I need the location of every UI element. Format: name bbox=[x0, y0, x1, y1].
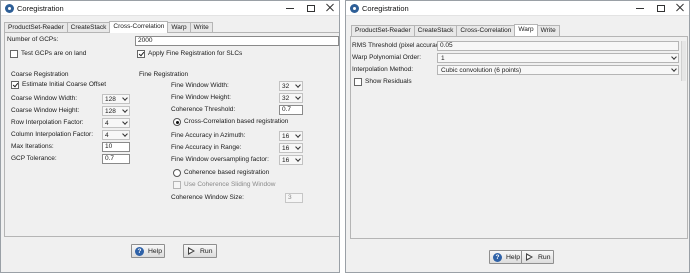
coarse-window-height-select[interactable]: 128 bbox=[102, 106, 130, 116]
chevron-down-icon bbox=[294, 144, 302, 152]
app-icon bbox=[350, 4, 359, 13]
coherence-threshold-label: Coherence Threshold: bbox=[171, 106, 236, 113]
chevron-down-icon bbox=[294, 82, 302, 90]
coherence-window-size-input[interactable]: 3 bbox=[285, 193, 303, 203]
apply-fine-checkbox[interactable] bbox=[137, 50, 145, 58]
coarse-window-width-select[interactable]: 128 bbox=[102, 94, 130, 104]
oversampling-select[interactable]: 16 bbox=[279, 155, 303, 165]
warp-polynomial-select[interactable]: 1 bbox=[437, 53, 679, 63]
gcp-tolerance-label: GCP Tolerance: bbox=[11, 155, 57, 162]
coregistration-window-left: Coregistration ProductSet-Reader CreateS… bbox=[0, 0, 340, 273]
estimate-coarse-label: Estimate Initial Coarse Offset bbox=[22, 81, 107, 88]
coherence-threshold-input[interactable]: 0.7 bbox=[279, 105, 303, 115]
coarse-window-height-label: Coarse Window Height: bbox=[11, 107, 80, 114]
max-iterations-input[interactable]: 10 bbox=[102, 142, 130, 152]
chevron-down-icon bbox=[670, 66, 678, 74]
tab-createstack[interactable]: CreateStack bbox=[413, 25, 458, 36]
cross-correlation-radio-label: Cross-Correlation based registration bbox=[184, 118, 289, 125]
tab-cross-correlation[interactable]: Cross-Correlation bbox=[109, 21, 169, 33]
coarse-window-width-label: Coarse Window Width: bbox=[11, 95, 78, 102]
accuracy-azimuth-select[interactable]: 16 bbox=[279, 131, 303, 141]
tab-content-panel: RMS Threshold (pixel accuracy): 0.05 War… bbox=[350, 36, 688, 239]
window-title: Coregistration bbox=[362, 4, 409, 13]
coherence-window-size-label: Coherence Window Size: bbox=[171, 194, 244, 201]
num-gcps-input[interactable]: 2000 bbox=[135, 36, 339, 46]
chevron-down-icon bbox=[121, 107, 129, 115]
chevron-down-icon bbox=[294, 132, 302, 140]
chevron-down-icon bbox=[670, 54, 678, 62]
cross-correlation-radio[interactable] bbox=[173, 118, 181, 126]
row-interp-label: Row Interpolation Factor: bbox=[11, 119, 84, 126]
title-bar: Coregistration bbox=[346, 1, 689, 16]
maximize-icon[interactable] bbox=[655, 2, 665, 13]
tab-cross-correlation[interactable]: Cross-Correlation bbox=[456, 25, 516, 36]
help-icon: ? bbox=[493, 252, 502, 262]
gcp-tolerance-input[interactable]: 0.7 bbox=[102, 154, 130, 164]
interpolation-method-label: Interpolation Method: bbox=[352, 66, 414, 73]
coarse-registration-title: Coarse Registration bbox=[11, 71, 69, 78]
interpolation-method-select[interactable]: Cubic convolution (6 points) bbox=[437, 65, 679, 75]
help-icon: ? bbox=[135, 246, 144, 256]
play-icon bbox=[525, 252, 534, 262]
fine-window-width-select[interactable]: 32 bbox=[279, 81, 303, 91]
col-interp-label: Column Interpolation Factor: bbox=[11, 131, 94, 138]
chevron-down-icon bbox=[121, 131, 129, 139]
tab-productset-reader[interactable]: ProductSet-Reader bbox=[351, 25, 415, 36]
tab-content-panel: Number of GCPs: 2000 Test GCPs are on la… bbox=[4, 32, 339, 237]
col-interp-select[interactable]: 4 bbox=[102, 130, 130, 140]
estimate-coarse-checkbox[interactable] bbox=[11, 81, 19, 89]
title-bar: Coregistration bbox=[1, 1, 339, 16]
minimize-icon[interactable] bbox=[285, 2, 295, 13]
close-icon[interactable] bbox=[325, 2, 335, 13]
test-gcps-checkbox[interactable] bbox=[10, 50, 18, 58]
show-residuals-checkbox[interactable] bbox=[354, 78, 362, 86]
show-residuals-label: Show Residuals bbox=[365, 78, 412, 85]
help-button[interactable]: ? Help bbox=[489, 250, 522, 264]
run-button[interactable]: Run bbox=[521, 250, 554, 264]
chevron-down-icon bbox=[121, 119, 129, 127]
window-title: Coregistration bbox=[17, 4, 64, 13]
minimize-icon[interactable] bbox=[635, 2, 645, 13]
fine-window-height-label: Fine Window Height: bbox=[171, 94, 231, 101]
maximize-icon[interactable] bbox=[305, 2, 315, 13]
app-icon bbox=[5, 4, 14, 13]
fine-registration-title: Fine Registration bbox=[139, 71, 189, 78]
apply-fine-label: Apply Fine Registration for SLCs bbox=[148, 50, 243, 57]
help-button[interactable]: ? Help bbox=[131, 244, 165, 258]
warp-polynomial-label: Warp Polynomial Order: bbox=[352, 54, 422, 61]
coherence-based-radio[interactable] bbox=[173, 169, 181, 177]
play-icon bbox=[187, 246, 196, 256]
coherence-based-radio-label: Coherence based registration bbox=[184, 169, 270, 176]
fine-window-width-label: Fine Window Width: bbox=[171, 82, 229, 89]
tab-bar: ProductSet-Reader CreateStack Cross-Corr… bbox=[351, 24, 560, 36]
rms-threshold-input[interactable]: 0.05 bbox=[437, 41, 679, 51]
accuracy-range-select[interactable]: 16 bbox=[279, 143, 303, 153]
chevron-down-icon bbox=[294, 94, 302, 102]
row-interp-select[interactable]: 4 bbox=[102, 118, 130, 128]
fine-window-height-select[interactable]: 32 bbox=[279, 93, 303, 103]
test-gcps-label: Test GCPs are on land bbox=[21, 50, 87, 57]
rms-threshold-label: RMS Threshold (pixel accuracy): bbox=[352, 42, 447, 49]
max-iterations-label: Max Iterations: bbox=[11, 143, 54, 150]
tab-warp[interactable]: Warp bbox=[514, 24, 538, 36]
run-button[interactable]: Run bbox=[183, 244, 217, 258]
accuracy-azimuth-label: Fine Accuracy in Azimuth: bbox=[171, 132, 246, 139]
chevron-down-icon bbox=[121, 95, 129, 103]
num-gcps-label: Number of GCPs: bbox=[7, 36, 59, 43]
scrollbar-track[interactable] bbox=[681, 41, 686, 81]
close-icon[interactable] bbox=[675, 2, 685, 13]
chevron-down-icon bbox=[294, 156, 302, 164]
coregistration-window-right: Coregistration ProductSet-Reader CreateS… bbox=[345, 0, 690, 273]
sliding-window-checkbox[interactable] bbox=[173, 181, 181, 189]
sliding-window-label: Use Coherence Sliding Window bbox=[184, 181, 276, 188]
tab-write[interactable]: Write bbox=[536, 25, 560, 36]
oversampling-label: Fine Window oversampling factor: bbox=[171, 156, 269, 163]
accuracy-range-label: Fine Accuracy in Range: bbox=[171, 144, 242, 151]
